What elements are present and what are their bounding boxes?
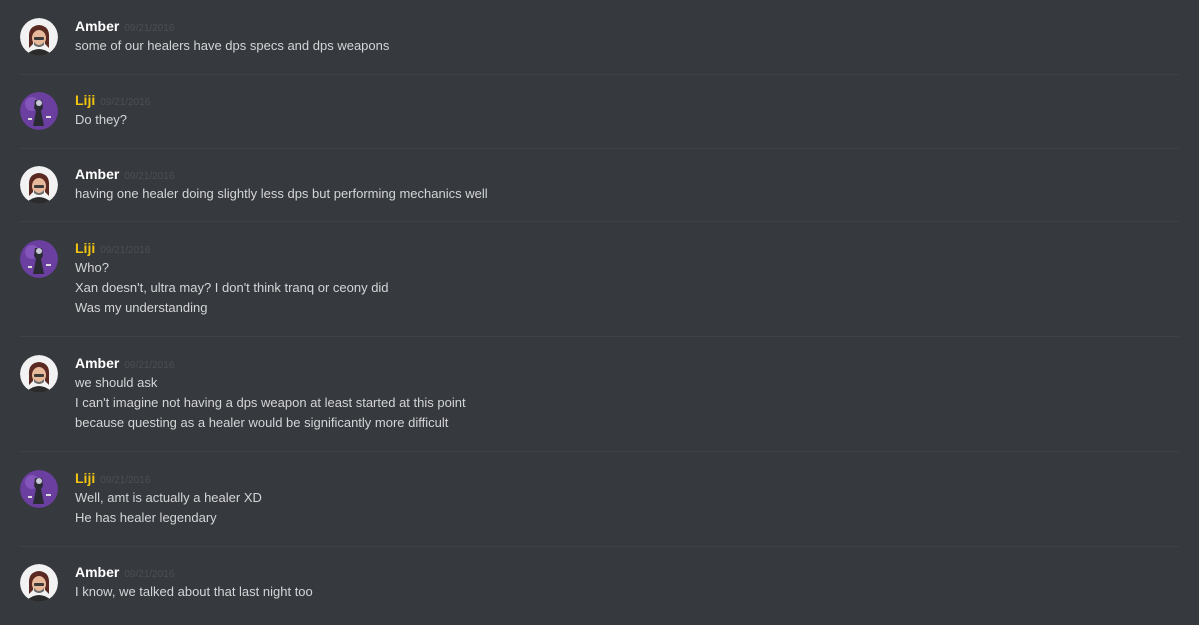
liji-avatar-icon[interactable] [20, 470, 58, 508]
message-header: Amber 09/21/2016 [75, 355, 174, 373]
message-line: Do they? [75, 112, 128, 127]
message-group: Amber 09/21/2016 we should ask I can't i… [20, 355, 1179, 452]
amber-avatar-icon[interactable] [20, 564, 58, 602]
message-header: Liji 09/21/2016 [75, 240, 150, 258]
message-line: Who? [75, 260, 109, 275]
message-header: Amber 09/21/2016 [75, 18, 174, 36]
username[interactable]: Liji [75, 240, 95, 256]
message-header: Liji 09/21/2016 [75, 92, 150, 110]
message-line: having one healer doing slightly less dp… [75, 186, 488, 201]
message-line: I know, we talked about that last night … [75, 584, 313, 599]
timestamp: 09/21/2016 [100, 97, 151, 108]
timestamp: 09/21/2016 [124, 569, 175, 580]
message-group: Liji 09/21/2016 Do they? [20, 92, 1179, 149]
message-header: Amber 09/21/2016 [75, 564, 174, 582]
username[interactable]: Liji [75, 92, 95, 108]
message-content: some of our healers have dps specs and d… [75, 36, 389, 56]
amber-avatar-icon[interactable] [20, 355, 58, 393]
username[interactable]: Liji [75, 470, 95, 486]
liji-avatar-icon[interactable] [20, 240, 58, 278]
message-line: Xan doesn't, ultra may? I don't think tr… [75, 280, 389, 295]
message-group: Amber 09/21/2016 having one healer doing… [20, 166, 1179, 222]
message-content: Do they? [75, 110, 127, 130]
chat-messages: Amber 09/21/2016 some of our healers hav… [0, 0, 1199, 625]
username[interactable]: Amber [75, 18, 119, 34]
message-line: we should ask [75, 375, 158, 390]
username[interactable]: Amber [75, 564, 119, 580]
message-line: because questing as a healer would be si… [75, 415, 449, 430]
amber-avatar-icon[interactable] [20, 166, 58, 204]
message-line: He has healer legendary [75, 510, 217, 525]
liji-avatar-icon[interactable] [20, 92, 58, 130]
message-header: Amber 09/21/2016 [75, 166, 174, 184]
timestamp: 09/21/2016 [124, 171, 175, 182]
message-content: having one healer doing slightly less dp… [75, 184, 488, 204]
message-content: I know, we talked about that last night … [75, 582, 313, 602]
message-header: Liji 09/21/2016 [75, 470, 150, 488]
timestamp: 09/21/2016 [124, 360, 175, 371]
username[interactable]: Amber [75, 355, 119, 371]
message-line: Was my understanding [75, 300, 208, 315]
amber-avatar-icon[interactable] [20, 18, 58, 56]
message-line: Well, amt is actually a healer XD [75, 490, 262, 505]
message-line: I can't imagine not having a dps weapon … [75, 395, 466, 410]
timestamp: 09/21/2016 [100, 245, 151, 256]
message-content: Who? Xan doesn't, ultra may? I don't thi… [75, 258, 389, 318]
message-content: Well, amt is actually a healer XD He has… [75, 488, 262, 528]
message-group: Amber 09/21/2016 some of our healers hav… [20, 18, 1179, 75]
message-content: we should ask I can't imagine not having… [75, 373, 466, 433]
username[interactable]: Amber [75, 166, 119, 182]
timestamp: 09/21/2016 [124, 23, 175, 34]
message-group: Liji 09/21/2016 Well, amt is actually a … [20, 470, 1179, 547]
timestamp: 09/21/2016 [100, 475, 151, 486]
message-line: some of our healers have dps specs and d… [75, 38, 390, 53]
message-group: Amber 09/21/2016 I know, we talked about… [20, 564, 1179, 619]
message-group: Liji 09/21/2016 Who? Xan doesn't, ultra … [20, 240, 1179, 337]
